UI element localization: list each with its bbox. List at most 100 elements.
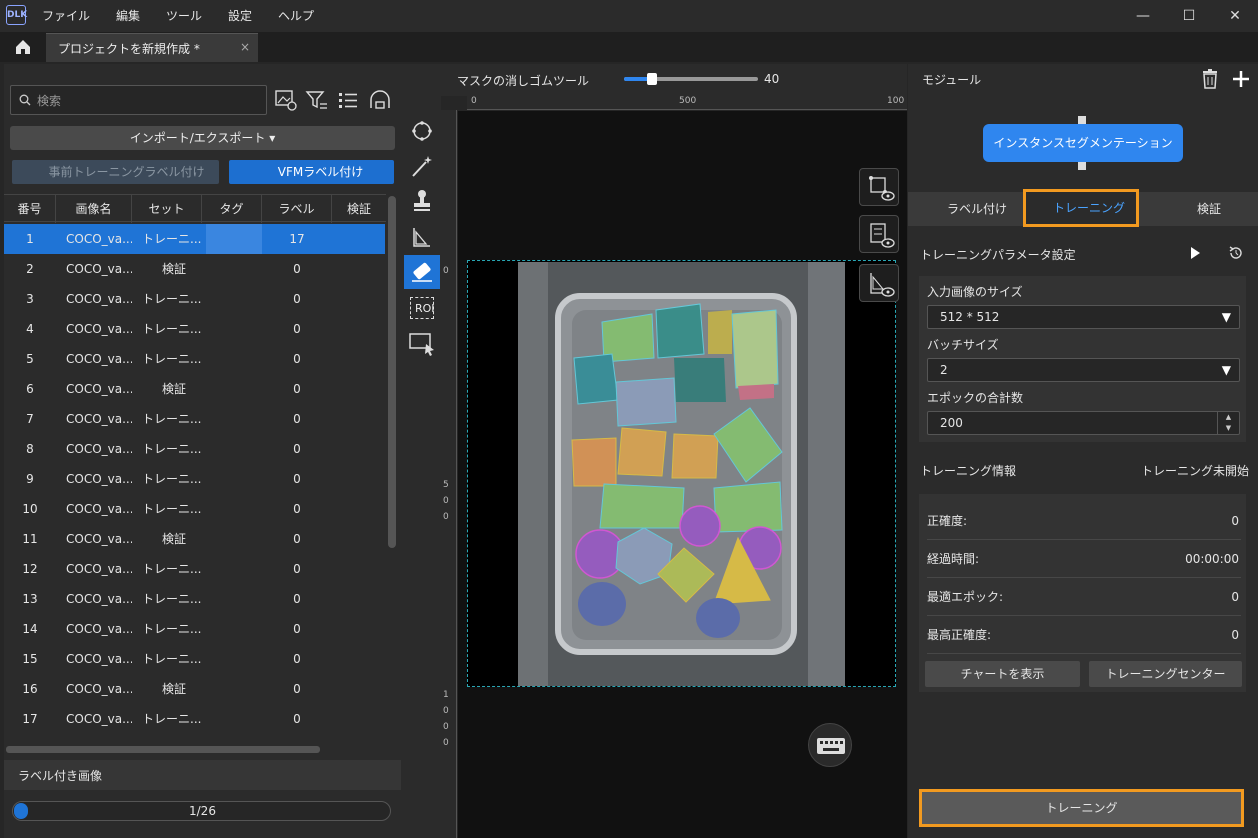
cell-number: 4 xyxy=(26,322,34,336)
tab-validation[interactable]: 検証 xyxy=(1150,192,1250,226)
search-placeholder: 検索 xyxy=(37,94,62,108)
reset-params-icon[interactable] xyxy=(1228,245,1244,261)
cell-label: 0 xyxy=(293,262,301,276)
cell-set: 検証 xyxy=(161,382,186,396)
table-row[interactable]: 3 COCO_va... トレーニ... 0 xyxy=(4,284,385,314)
select-area-icon[interactable] xyxy=(404,326,440,360)
ruler-h-label: 0 xyxy=(471,96,477,106)
filter-icon[interactable] xyxy=(305,88,329,112)
trash-icon[interactable] xyxy=(1200,68,1220,90)
table-row[interactable]: 7 COCO_va... トレーニ... 0 xyxy=(4,404,385,434)
tab-validation-label: 検証 xyxy=(1196,202,1221,216)
table-row[interactable]: 16 COCO_va... 検証 0 xyxy=(4,674,385,704)
menu-help[interactable]: ヘルプ xyxy=(278,0,314,32)
roi-label: ROI xyxy=(415,302,435,315)
stamp-tool-icon[interactable] xyxy=(404,184,440,218)
col-image-name[interactable]: 画像名 xyxy=(56,195,132,223)
menu-edit[interactable]: 編集 xyxy=(116,0,140,32)
tab-labeling[interactable]: ラベル付け xyxy=(920,192,1016,226)
cell-set: トレーニ... xyxy=(142,652,202,666)
menu-settings[interactable]: 設定 xyxy=(228,0,252,32)
collapse-panel-icon[interactable] xyxy=(368,88,392,112)
table-row[interactable]: 17 COCO_va... トレーニ... 0 xyxy=(4,704,385,734)
table-row[interactable]: 9 COCO_va... トレーニ... 0 xyxy=(4,464,385,494)
cell-number: 15 xyxy=(22,652,38,666)
keyboard-shortcuts-icon[interactable] xyxy=(808,723,852,767)
vfm-label-text: VFMラベル付け xyxy=(277,165,364,179)
import-export-button[interactable]: インポート/エクスポート ▾ xyxy=(10,126,395,150)
table-row[interactable]: 15 COCO_va... トレーニ... 0 xyxy=(4,644,385,674)
table-row[interactable]: 5 COCO_va... トレーニ... 0 xyxy=(4,344,385,374)
batch-size-select[interactable]: 2 ▼ xyxy=(927,358,1240,382)
add-module-icon[interactable] xyxy=(1230,68,1252,90)
menu-file[interactable]: ファイル xyxy=(42,0,90,32)
cell-number: 8 xyxy=(26,442,34,456)
close-window-button[interactable]: ✕ xyxy=(1212,0,1258,32)
table-row[interactable]: 12 COCO_va... トレーニ... 0 xyxy=(4,554,385,584)
metric-row: 経過時間: 00:00:00 xyxy=(927,540,1241,578)
cell-image-name: COCO_va... xyxy=(66,502,132,516)
ruler-v-label: 0 xyxy=(443,706,449,716)
show-chart-button[interactable]: チャートを表示 xyxy=(925,661,1080,687)
table-row[interactable]: 10 COCO_va... トレーニ... 0 xyxy=(4,494,385,524)
table-row[interactable]: 13 COCO_va... トレーニ... 0 xyxy=(4,584,385,614)
vfm-label-button[interactable]: VFMラベル付け xyxy=(229,160,394,184)
cell-set: トレーニ... xyxy=(142,502,202,516)
search-input[interactable]: 検索 xyxy=(10,85,267,115)
labeled-image[interactable] xyxy=(518,262,845,686)
col-validation[interactable]: 検証 xyxy=(332,195,386,223)
play-icon[interactable] xyxy=(1188,246,1202,260)
stepper-arrows-icon[interactable]: ▲ ▼ xyxy=(1217,412,1239,434)
tab-project[interactable]: プロジェクトを新規作成 * × xyxy=(46,33,258,62)
col-tag[interactable]: タグ xyxy=(202,195,262,223)
col-set[interactable]: セット xyxy=(132,195,202,223)
cell-image-name: COCO_va... xyxy=(66,712,132,726)
tab-training[interactable]: トレーニング xyxy=(1023,189,1139,227)
mask-brush-icon[interactable] xyxy=(404,220,440,254)
module-node-instance-segmentation[interactable]: インスタンスセグメンテーション xyxy=(983,124,1183,162)
input-size-value: 512 * 512 xyxy=(940,310,1000,324)
col-number[interactable]: 番号 xyxy=(4,195,56,223)
mask-eraser-icon[interactable] xyxy=(404,255,440,289)
maximize-button[interactable]: ☐ xyxy=(1166,0,1212,32)
col-label[interactable]: ラベル xyxy=(262,195,332,223)
train-button[interactable]: トレーニング xyxy=(919,789,1244,827)
table-row[interactable]: 2 COCO_va... 検証 0 xyxy=(4,254,385,284)
input-size-select[interactable]: 512 * 512 ▼ xyxy=(927,305,1240,329)
horizontal-scrollbar[interactable] xyxy=(6,746,320,753)
epoch-stepper[interactable]: 200 ▲ ▼ xyxy=(927,411,1240,435)
pretrain-label-button[interactable]: 事前トレーニングラベル付け xyxy=(12,160,219,184)
minimize-button[interactable]: — xyxy=(1120,0,1166,32)
input-size-label: 入力画像のサイズ xyxy=(927,285,1023,299)
cell-image-name: COCO_va... xyxy=(66,652,132,666)
table-row[interactable]: 14 COCO_va... トレーニ... 0 xyxy=(4,614,385,644)
cell-number: 12 xyxy=(22,562,38,576)
table-row[interactable]: 1 COCO_va... トレーニ... 17 xyxy=(4,224,385,254)
list-view-icon[interactable] xyxy=(336,88,360,112)
roi-tool-icon[interactable]: ROI xyxy=(404,292,440,326)
image-filter-icon[interactable] xyxy=(274,88,298,112)
table-row[interactable]: 4 COCO_va... トレーニ... 0 xyxy=(4,314,385,344)
cell-set: トレーニ... xyxy=(142,232,202,246)
home-icon[interactable] xyxy=(10,36,36,58)
table-row[interactable]: 11 COCO_va... 検証 0 xyxy=(4,524,385,554)
table-row[interactable]: 6 COCO_va... 検証 0 xyxy=(4,374,385,404)
cell-number: 2 xyxy=(26,262,34,276)
vertical-scrollbar[interactable] xyxy=(388,196,396,548)
ruler-v-label: 0 xyxy=(443,512,449,522)
tab-close-icon[interactable]: × xyxy=(240,40,250,54)
cell-set: トレーニ... xyxy=(142,442,202,456)
training-center-button[interactable]: トレーニングセンター xyxy=(1089,661,1242,687)
cell-label: 0 xyxy=(293,292,301,306)
brush-size-slider-knob[interactable] xyxy=(647,73,657,85)
metric-label: 経過時間: xyxy=(927,552,980,566)
table-row[interactable]: 8 COCO_va... トレーニ... 0 xyxy=(4,434,385,464)
magic-wand-icon[interactable] xyxy=(404,150,440,184)
metric-row: 最適エポック: 0 xyxy=(927,578,1241,616)
show-shapes-toggle-icon[interactable] xyxy=(859,168,899,206)
polygon-tool-icon[interactable] xyxy=(404,115,440,149)
menu-tools[interactable]: ツール xyxy=(166,0,202,32)
active-tool-name: マスクの消しゴムツール xyxy=(457,74,590,88)
show-labels-toggle-icon[interactable] xyxy=(859,215,899,253)
show-mask-toggle-icon[interactable] xyxy=(859,264,899,302)
